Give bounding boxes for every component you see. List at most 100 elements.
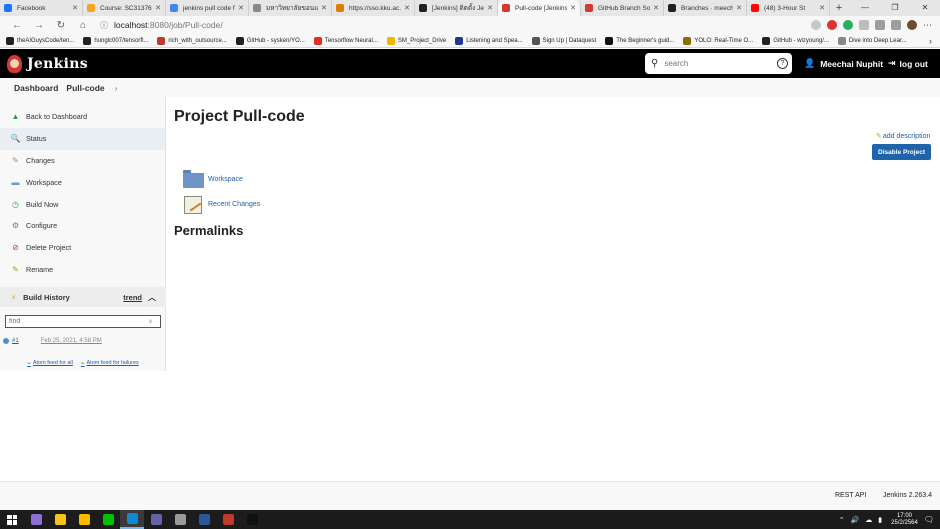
bookmark-item[interactable]: GitHub - sysken/YO... xyxy=(235,36,305,45)
add-description-link[interactable]: ✎ add description xyxy=(876,132,930,141)
bookmark-item[interactable]: Tensorflow Neural... xyxy=(313,36,378,45)
build-filter-input[interactable] xyxy=(9,318,149,325)
bookmark-item[interactable]: Listening and Spea... xyxy=(455,36,523,45)
taskbar-app-5[interactable] xyxy=(120,510,144,529)
tab-close-icon[interactable]: ✕ xyxy=(321,4,327,12)
extension-icon[interactable] xyxy=(811,20,821,30)
task-delete-project[interactable]: ⊘ Delete Project xyxy=(0,237,165,259)
task-status[interactable]: 🔍 Status xyxy=(0,127,165,150)
minimize-button[interactable]: — xyxy=(850,0,880,16)
search-input[interactable] xyxy=(664,59,770,68)
feed-failures-link[interactable]: ⌁ Atom feed for failures xyxy=(81,360,139,367)
taskbar-app-4[interactable] xyxy=(96,510,120,529)
task-configure[interactable]: ⚙ Configure xyxy=(0,215,165,237)
taskbar-app-2[interactable] xyxy=(48,510,72,529)
browser-tab[interactable]: Course: SC313762 ✕ xyxy=(83,0,166,16)
task-back-to-dashboard[interactable]: ▲ Back to Dashboard xyxy=(0,106,165,128)
browser-tab[interactable]: Facebook ✕ xyxy=(0,0,83,16)
taskbar-app-10[interactable] xyxy=(240,510,264,529)
url-field[interactable]: ⓘ localhost:8080/job/Pull-code/ xyxy=(94,18,734,32)
browser-tab[interactable]: jenkins pull code fr ✕ xyxy=(166,0,249,16)
notifications-icon[interactable]: 🗨 xyxy=(924,515,934,524)
browser-tab[interactable]: https://sso.kku.ac.th ✕ xyxy=(332,0,415,16)
bookmark-item[interactable]: The Beginner's guid... xyxy=(605,36,674,45)
user-link[interactable]: 👤 Meechai Nuphit xyxy=(804,49,883,78)
browser-tab[interactable]: Pull-code [Jenkins] ✕ xyxy=(498,0,581,16)
tab-close-icon[interactable]: ✕ xyxy=(404,4,410,12)
browser-tab[interactable]: Branches · meecha ✕ xyxy=(664,0,747,16)
info-icon[interactable]: ⓘ xyxy=(100,20,108,31)
taskbar-app-7[interactable] xyxy=(168,510,192,529)
collections-icon[interactable] xyxy=(891,20,901,30)
tab-close-icon[interactable]: ✕ xyxy=(487,4,493,12)
trend-link[interactable]: trend xyxy=(123,293,142,302)
build-number-link[interactable]: #1 xyxy=(12,338,19,344)
build-date-link[interactable]: Feb 25, 2021, 4:58 PM xyxy=(41,338,102,344)
tab-close-icon[interactable]: ✕ xyxy=(570,4,576,12)
bookmark-item[interactable]: Dive into Deep Lear... xyxy=(837,36,907,45)
taskbar-app-3[interactable] xyxy=(72,510,96,529)
forward-button[interactable]: → xyxy=(28,20,50,31)
chevron-up-icon[interactable]: ︿ xyxy=(148,292,156,303)
bookmark-item[interactable]: SM_Project_Drive xyxy=(386,36,446,45)
logout-link[interactable]: ⇥ log out xyxy=(888,49,928,78)
extension-icon[interactable] xyxy=(843,20,853,30)
network-icon[interactable]: ☁ xyxy=(865,516,872,524)
adblock-icon[interactable] xyxy=(827,20,837,30)
browser-tab[interactable]: (48) 3-Hour St ✕ xyxy=(747,0,830,16)
bookmark-item[interactable]: rich_with_outsource... xyxy=(157,36,227,45)
battery-icon[interactable]: ▮ xyxy=(878,516,882,524)
browser-tab[interactable]: [Jenkins] ติดตั้ง Jenki✕ xyxy=(415,0,498,16)
bookmark-favicon-icon xyxy=(683,36,692,45)
more-icon[interactable]: ⋯ xyxy=(923,20,932,31)
taskbar-app-1[interactable] xyxy=(24,510,48,529)
bookmark-item[interactable]: GitHub - wizyoung/... xyxy=(762,36,829,45)
bookmark-item[interactable]: Sign Up | Dataquest xyxy=(531,36,596,45)
profile-avatar[interactable] xyxy=(907,20,917,30)
tray-chevron-icon[interactable]: ⌃ xyxy=(839,516,845,524)
tab-close-icon[interactable]: ✕ xyxy=(238,4,244,12)
tab-close-icon[interactable]: ✕ xyxy=(155,4,161,12)
browser-tab[interactable]: มหาวิทยาลัยขอนแก่น✕ xyxy=(249,0,332,16)
bookmark-item[interactable]: theAIGuysCode/ten... xyxy=(6,36,74,45)
favorites-icon[interactable] xyxy=(875,20,885,30)
taskbar-app-9[interactable] xyxy=(216,510,240,529)
task-changes[interactable]: ✎ Changes xyxy=(0,150,165,172)
breadcrumb-pull-code[interactable]: Pull-code xyxy=(66,83,104,93)
new-tab-button[interactable]: + xyxy=(830,2,848,14)
search-icon: 🔍 xyxy=(10,134,21,144)
clock[interactable]: 17:00 25/2/2564 xyxy=(891,513,918,527)
feed-all-link[interactable]: ⌁ Atom feed for all xyxy=(27,360,73,367)
task-build-now[interactable]: ◷ Build Now xyxy=(0,193,165,215)
start-button[interactable] xyxy=(0,510,24,529)
recent-changes-link[interactable]: Recent Changes xyxy=(183,195,260,214)
help-icon[interactable]: ? xyxy=(777,58,788,69)
tab-close-icon[interactable]: ✕ xyxy=(72,4,78,12)
bookmarks-more-button[interactable]: › xyxy=(929,36,932,46)
task-workspace[interactable]: ▬ Workspace xyxy=(0,171,165,193)
breadcrumb-chevron-icon[interactable]: › xyxy=(115,83,118,93)
browser-tab[interactable]: GitHub Branch Sou ✕ xyxy=(581,0,664,16)
tab-close-icon[interactable]: ✕ xyxy=(819,4,825,12)
jenkins-logo[interactable]: Jenkins xyxy=(7,54,88,73)
disable-project-button[interactable]: Disable Project xyxy=(872,144,931,160)
workspace-link[interactable]: Workspace xyxy=(183,170,243,189)
taskbar-app-6[interactable] xyxy=(144,510,168,529)
extension-icon[interactable] xyxy=(859,20,869,30)
bookmark-item[interactable]: hunglc007/tensorfl... xyxy=(83,36,148,45)
home-button[interactable]: ⌂ xyxy=(72,20,94,31)
taskbar-app-8[interactable] xyxy=(192,510,216,529)
close-window-button[interactable]: ✕ xyxy=(910,0,940,16)
clear-filter-icon[interactable]: x xyxy=(149,319,152,325)
bookmark-item[interactable]: YOLO: Real-Time O... xyxy=(683,36,753,45)
tab-close-icon[interactable]: ✕ xyxy=(736,4,742,12)
jenkins-version-link[interactable]: Jenkins 2.263.4 xyxy=(883,492,932,499)
reload-button[interactable]: ↻ xyxy=(50,20,72,31)
back-button[interactable]: ← xyxy=(6,20,28,31)
task-rename[interactable]: ✎ Rename xyxy=(0,259,165,281)
volume-icon[interactable]: 🔊 xyxy=(851,516,860,524)
rest-api-link[interactable]: REST API xyxy=(835,492,866,499)
breadcrumb-dashboard[interactable]: Dashboard xyxy=(14,83,58,93)
maximize-button[interactable]: ❐ xyxy=(880,0,910,16)
tab-close-icon[interactable]: ✕ xyxy=(653,4,659,12)
